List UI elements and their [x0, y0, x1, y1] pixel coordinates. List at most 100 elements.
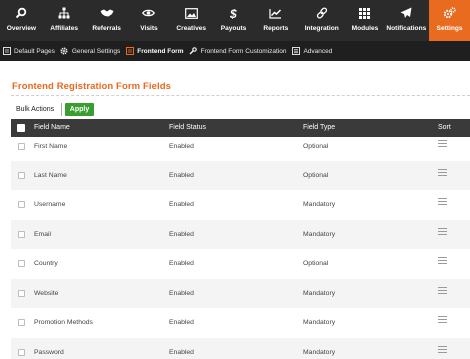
drag-handle-icon[interactable] — [438, 198, 447, 206]
table-row: Password Enabled Mandatory — [11, 338, 470, 359]
nav-label: Reports — [263, 25, 289, 32]
field-name: Promotion Methods — [34, 319, 93, 326]
row-checkbox[interactable] — [18, 290, 25, 297]
subnav-label: Frontend Form Customization — [200, 47, 287, 55]
subnav-label: Frontend Form — [137, 47, 184, 55]
drag-handle-icon[interactable] — [438, 140, 447, 148]
nav-label: Payouts — [220, 25, 247, 32]
row-checkbox[interactable] — [18, 319, 25, 326]
field-name: Username — [34, 201, 66, 208]
table-row: First Name Enabled Optional — [11, 132, 470, 161]
top-nav: Overview Affiliates Referrals Visits Cre… — [0, 0, 470, 41]
sitemap-icon — [57, 6, 71, 20]
field-name: Website — [34, 290, 59, 297]
row-checkbox[interactable] — [18, 172, 25, 179]
field-type: Optional — [303, 172, 329, 179]
page-title: Frontend Registration Form Fields — [12, 81, 172, 92]
nav-modules[interactable]: Modules — [347, 0, 384, 41]
sub-nav: Default Pages General Settings Frontend … — [0, 41, 470, 61]
gear-icon — [60, 47, 69, 56]
table-row: Promotion Methods Enabled Mandatory — [11, 308, 470, 337]
nav-label: Overview — [6, 25, 37, 32]
page-icon — [2, 47, 11, 56]
nav-settings[interactable]: Settings — [429, 0, 470, 41]
drag-handle-icon[interactable] — [438, 316, 447, 324]
bulk-actions-select[interactable]: Bulk Actions — [15, 103, 62, 116]
nav-label: Integration — [304, 25, 339, 32]
nav-visits[interactable]: Visits — [128, 0, 170, 41]
grid-icon — [358, 6, 372, 20]
gears-icon — [443, 6, 457, 20]
dollar-icon: $ — [227, 6, 241, 20]
table-row: Last Name Enabled Optional — [11, 161, 470, 190]
row-checkbox[interactable] — [18, 349, 25, 356]
handshake-icon — [100, 6, 114, 20]
line-chart-icon — [269, 6, 283, 20]
nav-creatives[interactable]: Creatives — [170, 0, 212, 41]
field-status: Enabled — [169, 172, 194, 179]
field-status: Enabled — [169, 290, 194, 297]
nav-reports[interactable]: Reports — [255, 0, 297, 41]
drag-handle-icon[interactable] — [438, 257, 447, 265]
subnav-label: Default Pages — [14, 47, 55, 55]
field-status: Enabled — [169, 143, 194, 150]
nav-label: Visits — [140, 25, 158, 32]
field-type: Mandatory — [303, 290, 336, 297]
nav-label: Modules — [351, 25, 379, 32]
drag-handle-icon[interactable] — [438, 228, 447, 236]
field-name: First Name — [34, 143, 68, 150]
table-row: Website Enabled Mandatory — [11, 279, 470, 308]
apply-button[interactable]: Apply — [65, 103, 94, 116]
field-type: Mandatory — [303, 201, 336, 208]
paper-plane-icon — [399, 6, 413, 20]
field-name: Email — [34, 231, 51, 238]
field-status: Enabled — [169, 319, 194, 326]
nav-label: Affiliates — [50, 25, 79, 32]
nav-referrals[interactable]: Referrals — [86, 0, 128, 41]
wrench-icon — [188, 47, 197, 56]
nav-notifications[interactable]: Notifications — [383, 0, 429, 41]
field-type: Mandatory — [303, 231, 336, 238]
field-status: Enabled — [169, 201, 194, 208]
nav-integration[interactable]: Integration — [297, 0, 347, 41]
row-checkbox[interactable] — [18, 231, 25, 238]
field-status: Enabled — [169, 349, 194, 356]
field-type: Mandatory — [303, 349, 336, 356]
nav-payouts[interactable]: $ Payouts — [212, 0, 254, 41]
table-row: Country Enabled Optional — [11, 249, 470, 278]
nav-label: Settings — [436, 25, 463, 32]
field-name: Password — [34, 349, 64, 356]
field-status: Enabled — [169, 260, 194, 267]
row-checkbox[interactable] — [18, 143, 25, 150]
drag-handle-icon[interactable] — [438, 287, 447, 295]
nav-label: Creatives — [176, 25, 207, 32]
row-checkbox[interactable] — [18, 201, 25, 208]
form-icon — [125, 47, 134, 56]
eye-icon — [142, 6, 156, 20]
nav-label: Referrals — [92, 25, 121, 32]
row-checkbox[interactable] — [18, 260, 25, 267]
drag-handle-icon[interactable] — [438, 169, 447, 177]
field-status: Enabled — [169, 231, 194, 238]
subnav-advanced[interactable]: Advanced — [291, 41, 337, 61]
drag-handle-icon[interactable] — [438, 346, 447, 354]
subnav-label: General Settings — [71, 47, 121, 55]
table-row: Username Enabled Mandatory — [11, 190, 470, 219]
nav-affiliates[interactable]: Affiliates — [43, 0, 86, 41]
subnav-frontend-form[interactable]: Frontend Form — [125, 41, 188, 61]
subnav-general-settings[interactable]: General Settings — [60, 41, 125, 61]
field-type: Mandatory — [303, 319, 336, 326]
field-name: Country — [34, 260, 58, 267]
nav-overview[interactable]: Overview — [0, 0, 43, 41]
svg-text:$: $ — [229, 7, 237, 20]
link-icon — [315, 6, 329, 20]
select-all-checkbox[interactable] — [17, 124, 25, 132]
nav-label: Notifications — [386, 25, 427, 32]
subnav-default-pages[interactable]: Default Pages — [2, 41, 60, 61]
table-row: Email Enabled Mandatory — [11, 220, 470, 249]
field-type: Optional — [303, 143, 329, 150]
subnav-label: Advanced — [303, 47, 333, 55]
subnav-frontend-form-customization[interactable]: Frontend Form Customization — [188, 41, 291, 61]
search-icon — [14, 6, 28, 20]
title-divider — [11, 95, 470, 96]
